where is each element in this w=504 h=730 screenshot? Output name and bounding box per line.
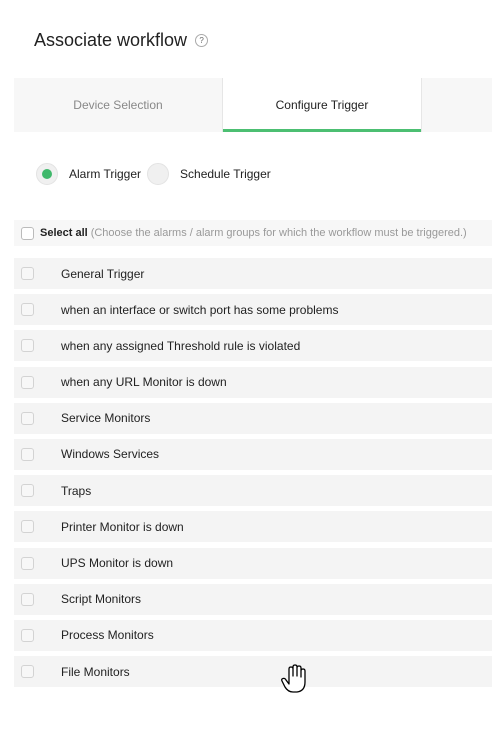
alarm-label: Windows Services (61, 447, 160, 462)
schedule-trigger-radio[interactable] (147, 163, 170, 185)
tab-bar: Device Selection Configure Trigger (14, 78, 492, 132)
radio-selected-dot (42, 169, 52, 179)
alarm-label: Service Monitors (61, 411, 151, 426)
tab-bar-filler (422, 78, 492, 132)
page-title: Associate workflow (34, 30, 188, 50)
list-item[interactable]: File Monitors (14, 656, 492, 688)
select-all-row: Select all (Choose the alarms / alarm gr… (14, 220, 492, 246)
hand-pointer-icon (281, 664, 306, 693)
select-all-label[interactable]: Select all (40, 227, 88, 239)
alarm-checkbox[interactable] (21, 411, 34, 425)
alarm-checkbox[interactable] (21, 484, 34, 498)
alarm-checkbox[interactable] (21, 267, 34, 280)
alarm-label: General Trigger (61, 266, 145, 281)
alarm-label: Script Monitors (61, 592, 142, 607)
alarm-checkbox[interactable] (21, 592, 34, 606)
list-item[interactable]: Service Monitors (14, 402, 492, 434)
list-item[interactable]: UPS Monitor is down (14, 547, 492, 579)
select-all-checkbox[interactable] (21, 226, 34, 240)
alarm-label: Printer Monitor is down (61, 519, 184, 534)
alarm-label: when an interface or switch port has som… (61, 302, 339, 317)
alarm-checkbox[interactable] (21, 339, 34, 353)
help-icon[interactable]: ? (195, 34, 209, 47)
tab-configure-trigger-label: Configure Trigger (275, 98, 369, 112)
alarm-label: when any URL Monitor is down (61, 375, 227, 390)
schedule-trigger-label[interactable]: Schedule Trigger (180, 167, 271, 181)
trigger-type-group: Alarm Trigger Schedule Trigger (36, 162, 277, 186)
list-item[interactable]: Script Monitors (14, 583, 492, 615)
list-item[interactable]: when an interface or switch port has som… (14, 294, 492, 326)
alarm-checkbox[interactable] (21, 628, 34, 642)
list-item[interactable]: when any URL Monitor is down (14, 366, 492, 398)
select-all-hint: (Choose the alarms / alarm groups for wh… (90, 227, 467, 239)
alarm-checkbox[interactable] (21, 665, 34, 679)
alarm-label: when any assigned Threshold rule is viol… (61, 338, 301, 353)
alarm-list: General Trigger when an interface or swi… (14, 258, 492, 692)
list-item[interactable]: when any assigned Threshold rule is viol… (14, 330, 492, 362)
alarm-label: UPS Monitor is down (61, 556, 174, 570)
alarm-label: Traps (61, 483, 92, 498)
alarm-label: File Monitors (61, 664, 130, 679)
list-item[interactable]: Process Monitors (14, 619, 492, 651)
alarm-trigger-radio[interactable] (36, 163, 58, 185)
alarm-checkbox[interactable] (21, 520, 34, 534)
page-header: Associate workflow ? (34, 30, 209, 51)
alarm-checkbox[interactable] (21, 375, 34, 389)
active-tab-indicator (223, 129, 421, 132)
tab-configure-trigger[interactable]: Configure Trigger (222, 78, 422, 132)
list-item[interactable]: Printer Monitor is down (14, 511, 492, 543)
alarm-checkbox[interactable] (21, 447, 34, 461)
alarm-label: Process Monitors (61, 628, 154, 643)
list-item[interactable]: General Trigger (14, 258, 492, 289)
list-item[interactable]: Traps (14, 475, 492, 507)
alarm-checkbox[interactable] (21, 556, 34, 570)
tab-device-selection[interactable]: Device Selection (14, 78, 222, 132)
list-item[interactable]: Windows Services (14, 438, 492, 470)
alarm-checkbox[interactable] (21, 303, 34, 317)
alarm-trigger-label[interactable]: Alarm Trigger (69, 167, 141, 181)
